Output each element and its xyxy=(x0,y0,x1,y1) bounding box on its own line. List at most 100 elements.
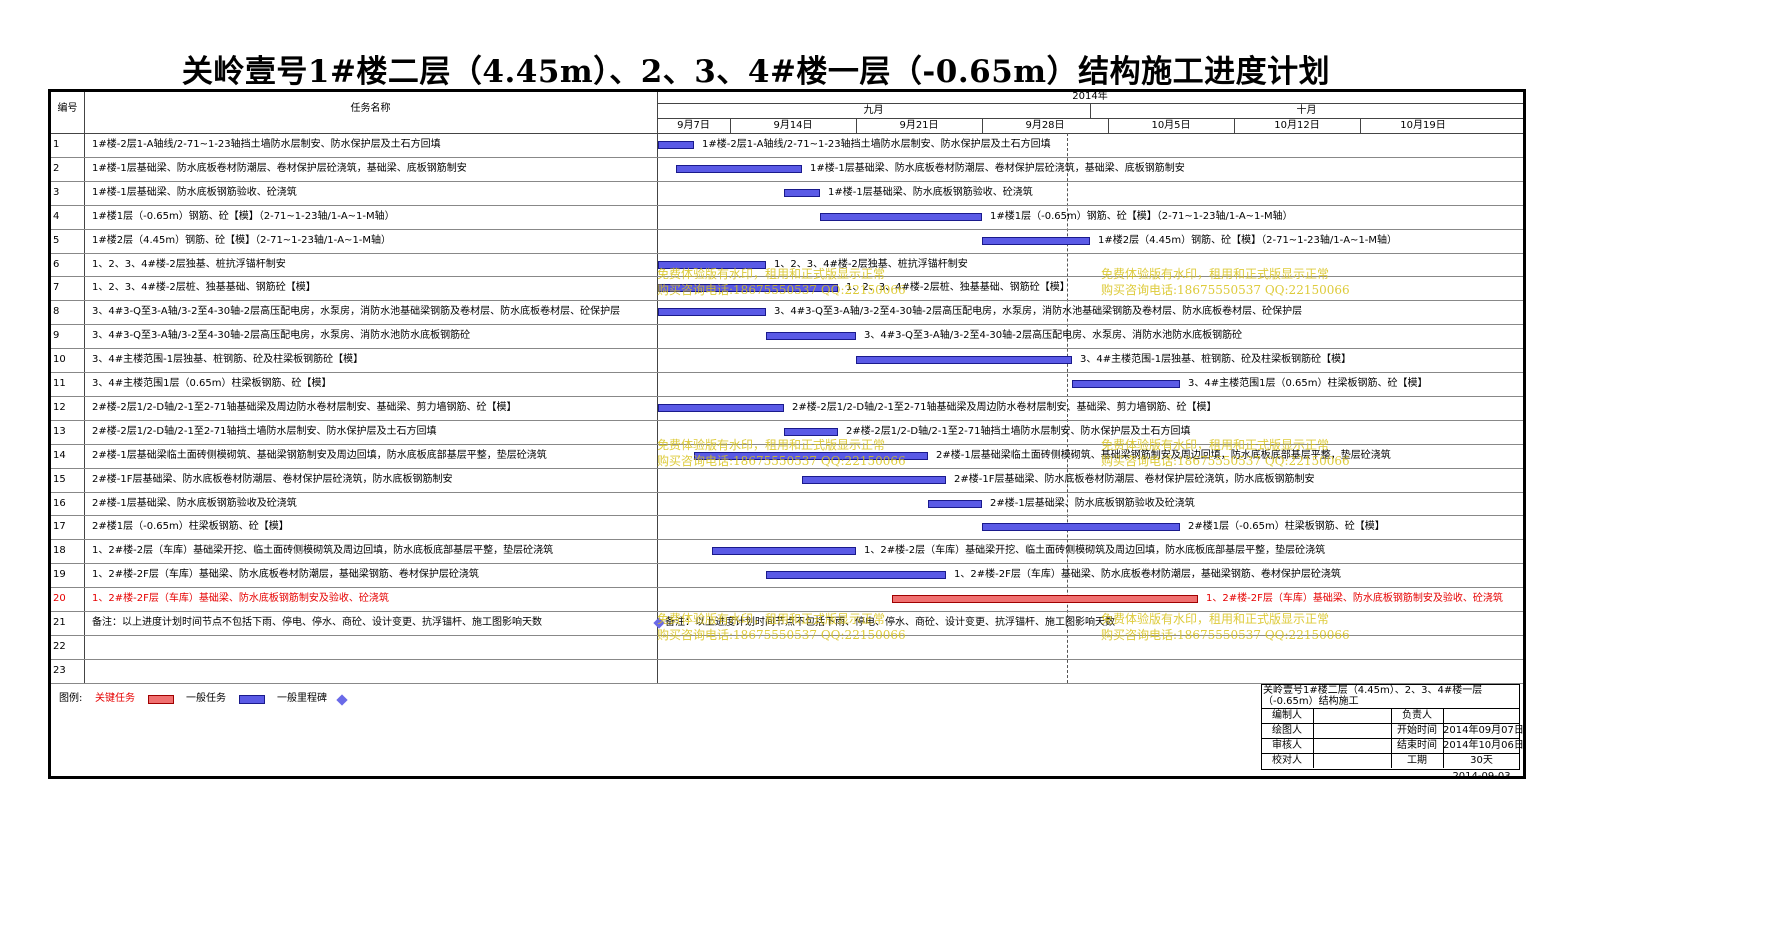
task-name[interactable]: 1#楼2层（4.45m）钢筋、砼【模】（2-71~1-23轴/1-A~1-M轴） xyxy=(92,234,653,248)
task-id: 14 xyxy=(53,449,66,461)
task-bar-label: 1、2#楼-2F层（车库）基础梁、防水底板卷材防潮层，基础梁钢筋、卷材保护层砼浇… xyxy=(954,569,1341,581)
task-id: 8 xyxy=(53,306,60,318)
task-bar-label: 3、4#3-Q至3-A轴/3-2至4-30轴-2层高压配电房、水泵房、消防水池防… xyxy=(864,330,1243,342)
task-name[interactable]: 1#楼-1层基础梁、防水底板钢筋验收、砼浇筑 xyxy=(92,186,653,200)
watermark-text: 免费体验版有水印，租用和正式版显示正常 xyxy=(657,438,886,452)
task-bar[interactable] xyxy=(802,475,946,484)
task-name[interactable]: 1#楼-2层1-A轴线/2-71~1-23轴挡土墙防水层制安、防水保护层及土石方… xyxy=(92,138,653,152)
task-id: 6 xyxy=(53,258,60,270)
task-name[interactable]: 1#楼-1层基础梁、防水底板卷材防潮层、卷材保护层砼浇筑，基础梁、底板钢筋制安 xyxy=(92,162,653,176)
task-bar[interactable] xyxy=(982,236,1090,245)
month-oct: 十月 xyxy=(1296,105,1317,116)
info-value: 30天 xyxy=(1470,755,1493,767)
row-line xyxy=(51,563,1523,565)
info-value: 2014年09月07日 xyxy=(1443,724,1524,736)
task-id: 4 xyxy=(53,210,60,222)
task-bar[interactable] xyxy=(982,523,1180,532)
gantt-frame: 编号 任务名称 2014年 九月 十月 9月7日 9月14日 9月21日 9月28日 10月5日 1… xyxy=(48,89,1526,782)
task-name[interactable]: 1、2#楼-2层（车库）基础梁开挖、临土面砖侧模砌筑及周边回填，防水底板底部基层… xyxy=(92,544,653,558)
task-id: 9 xyxy=(53,330,60,342)
task-id: 17 xyxy=(53,521,66,533)
legend-critical-label: 关键任务 xyxy=(95,692,135,704)
task-bar-label: 1#楼-1层基础梁、防水底板卷材防潮层、卷材保护层砼浇筑，基础梁、底板钢筋制安 xyxy=(810,162,1185,174)
watermark-text: 免费体验版有水印，租用和正式版显示正常 xyxy=(1101,267,1330,281)
task-bar[interactable] xyxy=(784,188,820,197)
row-line xyxy=(51,539,1523,541)
watermark-text: 购买咨询电话:18675550537 QQ:22150066 xyxy=(1101,283,1350,297)
task-id: 19 xyxy=(53,569,66,581)
row-line xyxy=(51,419,1523,421)
col-id-header: 编号 xyxy=(57,103,78,114)
week-header: 10月5日 xyxy=(1151,120,1191,131)
task-bar[interactable] xyxy=(676,164,802,173)
task-id: 2 xyxy=(53,162,60,174)
info-label: 开始时间 xyxy=(1397,724,1437,736)
task-id: 13 xyxy=(53,425,66,437)
task-bar-label: 3、4#3-Q至3-A轴/3-2至4-30轴-2层高压配电房，水泵房，消防水池基… xyxy=(774,306,1303,318)
task-name[interactable]: 2#楼-2层1/2-D轴/2-1至2-71轴挡土墙防水层制安、防水保护层及土石方… xyxy=(92,425,653,439)
task-bar[interactable] xyxy=(1072,380,1180,388)
week-header: 9月14日 xyxy=(773,120,813,131)
col-name-header: 任务名称 xyxy=(350,103,391,114)
gantt-grid: 编号 任务名称 2014年 九月 十月 9月7日 9月14日 9月21日 9月28日 10月5日 1… xyxy=(51,91,1524,782)
task-name[interactable]: 备注：以上进度计划时间节点不包括下雨、停电、停水、商砼、设计变更、抗浮锚杆、施工… xyxy=(92,616,653,630)
task-name[interactable]: 3、4#主楼范围1层（0.65m）柱梁板钢筋、砼【模】 xyxy=(92,377,653,391)
legend-normal-swatch xyxy=(239,694,265,704)
row-line xyxy=(51,228,1523,230)
row-line xyxy=(51,324,1523,326)
task-name[interactable]: 1、2、3、4#楼-2层桩、独基基础、钢筋砼【模】 xyxy=(92,281,653,295)
task-id: 12 xyxy=(53,401,66,413)
watermark-text: 购买咨询电话:18675550537 QQ:22150066 xyxy=(657,454,906,468)
task-name[interactable]: 2#楼-1F层基础梁、防水底板卷材防潮层、卷材保护层砼浇筑，防水底板钢筋制安 xyxy=(92,473,653,487)
task-bar[interactable] xyxy=(856,356,1072,365)
task-bar[interactable] xyxy=(892,595,1198,604)
row-line xyxy=(51,156,1523,158)
task-name[interactable]: 1、2、3、4#楼-2层独基、桩抗浮锚杆制安 xyxy=(92,258,653,272)
row-line xyxy=(51,300,1523,302)
task-bar[interactable] xyxy=(658,308,766,317)
task-bar-label: 1#楼-2层1-A轴线/2-71~1-23轴挡土墙防水层制安、防水保护层及土石方… xyxy=(702,139,1051,150)
legend-milestone-label: 一般里程碑 xyxy=(277,692,327,704)
task-bar-label: 1#楼1层（-0.65m）钢筋、砼【模】（2-71~1-23轴/1-A~1-M轴… xyxy=(990,210,1293,222)
week-header: 9月21日 xyxy=(899,120,939,131)
task-name[interactable]: 3、4#主楼范围-1层独基、桩钢筋、砼及柱梁板钢筋砼【模】 xyxy=(92,353,653,367)
task-id: 5 xyxy=(53,234,60,246)
task-bar[interactable] xyxy=(658,141,694,149)
watermark-text: 购买咨询电话:18675550537 QQ:22150066 xyxy=(657,283,906,297)
row-line xyxy=(51,180,1523,182)
task-bar[interactable] xyxy=(766,571,946,580)
task-bar[interactable] xyxy=(928,499,982,508)
task-bar[interactable] xyxy=(784,427,838,436)
row-line xyxy=(51,395,1523,397)
task-bar[interactable] xyxy=(658,403,784,412)
watermark-text: 免费体验版有水印，租用和正式版显示正常 xyxy=(1101,612,1330,626)
task-id: 18 xyxy=(53,545,66,557)
task-name[interactable]: 3、4#3-Q至3-A轴/3-2至4-30轴-2层高压配电房，水泵房，消防水池基… xyxy=(92,305,653,319)
legend-milestone-diamond-icon xyxy=(336,694,348,706)
task-id: 3 xyxy=(53,186,60,198)
watermark-text: 免费体验版有水印，租用和正式版显示正常 xyxy=(657,267,886,281)
task-name[interactable]: 1#楼1层（-0.65m）钢筋、砼【模】（2-71~1-23轴/1-A~1-M轴… xyxy=(92,210,653,224)
task-name[interactable]: 2#楼1层（-0.65m）柱梁板钢筋、砼【模】 xyxy=(92,520,653,534)
info-label: 绘图人 xyxy=(1272,724,1302,736)
task-id: 21 xyxy=(53,617,66,628)
task-bar[interactable] xyxy=(712,547,856,556)
task-bar[interactable] xyxy=(766,332,856,341)
task-name[interactable]: 2#楼-1层基础梁、防水底板钢筋验收及砼浇筑 xyxy=(92,497,653,511)
info-label: 审核人 xyxy=(1272,740,1302,752)
task-name[interactable]: 2#楼-2层1/2-D轴/2-1至2-71轴基础梁及周边防水卷材层制安、基础梁、… xyxy=(92,401,653,415)
watermark-text: 免费体验版有水印，租用和正式版显示正常 xyxy=(657,612,886,626)
task-bar-label: 2#楼1层（-0.65m）柱梁板钢筋、砼【模】 xyxy=(1188,521,1385,533)
task-name[interactable]: 1、2#楼-2F层（车库）基础梁、防水底板卷材防潮层，基础梁钢筋、卷材保护层砼浇… xyxy=(92,568,653,582)
task-name[interactable]: 3、4#3-Q至3-A轴/3-2至4-30轴-2层高压配电房，水泵房、消防水池防… xyxy=(92,329,653,343)
task-bar-label: 1#楼2层（4.45m）钢筋、砼【模】（2-71~1-23轴/1-A~1-M轴） xyxy=(1098,234,1398,246)
task-id: 15 xyxy=(53,473,66,485)
task-id: 16 xyxy=(53,497,66,509)
task-name[interactable]: 1、2#楼-2F层（车库）基础梁、防水底板钢筋制安及验收、砼浇筑 xyxy=(92,592,653,606)
task-name[interactable]: 2#楼-1层基础梁临土面砖侧模砌筑、基础梁钢筋制安及周边回填，防水底板底部基层平… xyxy=(92,449,653,463)
task-bar[interactable] xyxy=(820,212,982,221)
watermark-text: 购买咨询电话:18675550537 QQ:22150066 xyxy=(1101,628,1350,642)
row-line xyxy=(51,348,1523,350)
week-header: 10月19日 xyxy=(1400,120,1446,131)
row-line xyxy=(51,658,1523,660)
